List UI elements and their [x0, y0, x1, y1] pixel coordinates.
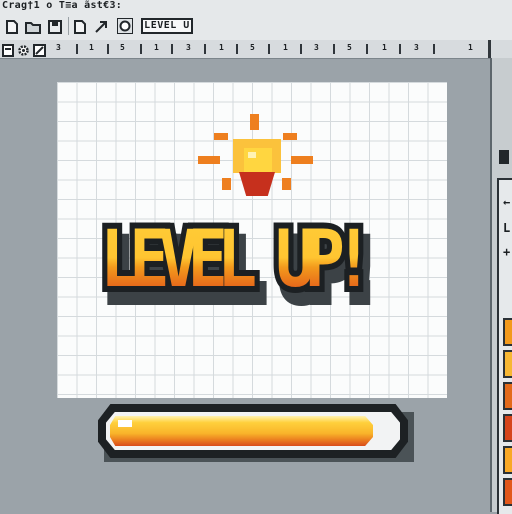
move-tool-icon[interactable] [94, 19, 108, 38]
color-swatch[interactable] [503, 382, 512, 410]
ruler-number: 3 [186, 43, 191, 52]
window-title: Crag†1 o T≡a ãst€3: [2, 0, 123, 11]
ruler-number: 3 [56, 43, 61, 52]
ruler-number: 1 [89, 43, 94, 52]
ruler-tick [140, 44, 142, 54]
headline-text: LEVEL UP! [100, 200, 374, 320]
ruler-tick [399, 44, 401, 54]
ruler-number: 1 [382, 43, 387, 52]
ruler-number: 5 [347, 43, 352, 52]
ruler-tick [333, 44, 335, 54]
lightbulb-ray [198, 156, 220, 164]
new-file-icon[interactable] [74, 19, 86, 38]
ruler-tick [76, 44, 78, 54]
new-file-icon[interactable] [6, 19, 18, 38]
lightbulb-ray [250, 114, 259, 130]
panel-arrow-tool[interactable]: ← [503, 196, 510, 208]
ruler-tick [488, 40, 491, 58]
ruler-number: 3 [414, 43, 419, 52]
ruler-number: 1 [154, 43, 159, 52]
ruler-number: 5 [250, 43, 255, 52]
color-swatch[interactable] [503, 350, 512, 378]
lightbulb-ray [282, 178, 291, 190]
lightbulb-ray [291, 156, 313, 164]
progress-bar-glint [118, 420, 132, 427]
toolbar-separator [68, 17, 69, 35]
headline: LEVEL UP! LEVEL UP! LEVEL UP! [95, 200, 410, 324]
ruler-tick [268, 44, 270, 54]
ruler-tick [107, 44, 109, 54]
color-swatch[interactable] [503, 318, 512, 346]
open-folder-icon[interactable] [25, 19, 41, 38]
lightbulb-ray [222, 178, 231, 190]
ruler: 3 1 5 1 3 1 5 1 3 5 1 3 1 [0, 40, 512, 59]
ruler-tick [366, 44, 368, 54]
title-bar: Crag†1 o T≡a ãst€3: LEVEL U [0, 0, 512, 41]
panel-line-tool[interactable]: L [503, 222, 510, 234]
lightbulb-ray [283, 133, 297, 140]
document-tab[interactable]: LEVEL U [141, 18, 193, 34]
color-swatch[interactable] [503, 446, 512, 474]
ruler-tick [204, 44, 206, 54]
lightbulb-shine [248, 152, 256, 158]
lightbulb-ray [214, 133, 228, 140]
progress-bar-fill [110, 416, 373, 446]
layer-icon[interactable] [2, 42, 14, 61]
ruler-tick [171, 44, 173, 54]
gear-icon[interactable] [17, 42, 30, 61]
ruler-tick [300, 44, 302, 54]
brush-icon[interactable] [33, 42, 46, 61]
save-icon[interactable] [48, 19, 62, 38]
panel-add-tool[interactable]: + [503, 246, 510, 258]
ruler-number: 3 [314, 43, 319, 52]
ruler-tick [433, 44, 435, 54]
color-swatch[interactable] [503, 478, 512, 506]
panel-collapse-icon[interactable] [499, 150, 509, 164]
color-swatch[interactable] [503, 414, 512, 442]
ruler-number: 1 [219, 43, 224, 52]
ruler-number: 1 [468, 43, 473, 52]
ruler-number: 5 [120, 43, 125, 52]
ruler-tick [236, 44, 238, 54]
ruler-number: 1 [283, 43, 288, 52]
circle-tool-icon[interactable] [117, 18, 133, 38]
